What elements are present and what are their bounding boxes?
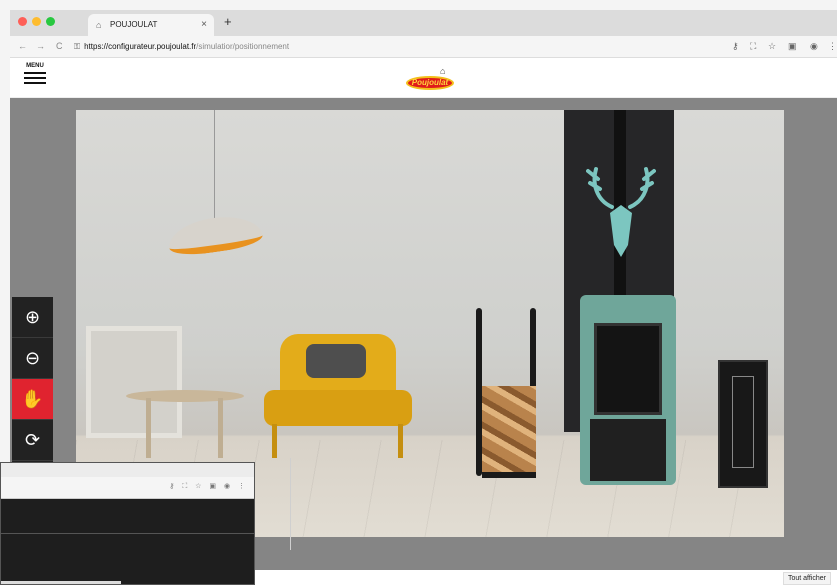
close-tab-icon[interactable]: × (201, 19, 207, 30)
close-window-dot[interactable] (18, 17, 27, 26)
lock-icon: ⚿ (74, 42, 81, 51)
chair-leg (272, 424, 277, 458)
hamburger-line (24, 82, 46, 84)
table-leg (218, 398, 223, 458)
overlay-browser-window[interactable]: ⚷ ⛶ ☆ ▣ ◉ ⋮ (0, 462, 255, 585)
address-bar-row: ← → C ⚿ https://configurateur.poujoulat.f… (10, 36, 837, 58)
star-icon[interactable]: ☆ (768, 41, 776, 52)
hand-icon: ✋ (21, 388, 44, 409)
chimney-icon: ⌂ (440, 66, 446, 76)
table-top (126, 390, 244, 402)
profile-icon[interactable]: ◉ (810, 41, 818, 52)
menu-button[interactable]: MENU (24, 63, 46, 84)
maximize-window-dot[interactable] (46, 17, 55, 26)
url-domain: https://configurateur.poujoulat.fr (84, 42, 197, 51)
logo-text: Poujoulat (411, 78, 449, 87)
poujoulat-logo[interactable]: ⌂ Poujoulat (406, 66, 454, 90)
site-header: MENU ⌂ Poujoulat (10, 58, 837, 98)
minimize-window-dot[interactable] (32, 17, 41, 26)
fireplace-tool-stand[interactable] (718, 360, 768, 488)
divider-line (290, 458, 291, 550)
chair-cushion (306, 344, 366, 378)
forward-icon[interactable]: → (36, 41, 45, 51)
key-icon[interactable]: ⚷ (732, 41, 739, 52)
new-tab-button[interactable]: + (224, 14, 232, 29)
url-path: /simulatior/positionnement (196, 42, 290, 51)
table-leg (146, 398, 151, 458)
tab-title: POUJOULAT (110, 20, 158, 29)
swap-button[interactable]: ⟳ (12, 420, 53, 461)
chair-seat (264, 390, 412, 426)
overlay-toolbar-icons: ⚷ ⛶ ☆ ▣ ◉ ⋮ (169, 483, 248, 490)
hamburger-line (24, 77, 46, 79)
overlay-divider (1, 533, 254, 534)
pan-button[interactable]: ✋ (12, 379, 53, 420)
side-table (126, 390, 244, 460)
tab-bar: ⌂ POUJOULAT × + (10, 10, 837, 36)
reload-icon[interactable]: C (56, 41, 63, 51)
lamp-shade (166, 211, 264, 259)
firewood-logs (482, 386, 536, 478)
overlay-tab-bar (1, 463, 254, 477)
chair-leg (398, 424, 403, 458)
zoom-in-icon: ⊕ (24, 306, 41, 327)
refresh-icon: ⟳ (24, 429, 41, 450)
pendant-lamp (166, 110, 268, 260)
log-rack[interactable] (474, 308, 544, 488)
hamburger-icon (24, 72, 46, 74)
zoom-in-button[interactable]: ⊕ (12, 297, 53, 338)
back-icon[interactable]: ← (18, 41, 27, 51)
translate-icon[interactable]: ⛶ (750, 41, 756, 52)
tool-stand-frame (732, 376, 754, 468)
overlay-address-bar: ⚷ ⛶ ☆ ▣ ◉ ⋮ (1, 477, 254, 499)
overlay-bottom-bar (1, 581, 121, 584)
show-all-button[interactable]: Tout afficher (782, 572, 831, 585)
zoom-out-icon: ⊖ (24, 347, 41, 368)
stove-door (594, 323, 662, 415)
wood-stove[interactable] (580, 295, 676, 485)
lamp-cord (214, 110, 215, 220)
extension-icon[interactable]: ▣ (788, 41, 797, 52)
stove-base (590, 419, 666, 481)
menu-label: MENU (26, 63, 44, 69)
zoom-out-button[interactable]: ⊖ (12, 338, 53, 379)
favicon-icon: ⌂ (96, 20, 102, 30)
armchair (258, 334, 418, 458)
address-bar[interactable]: ⚿ https://configurateur.poujoulat.fr/simu… (74, 42, 289, 52)
deer-head-decor (586, 167, 656, 257)
more-icon[interactable]: ⋮ (828, 41, 837, 52)
tab-poujoulat[interactable]: ⌂ POUJOULAT × (88, 14, 214, 36)
